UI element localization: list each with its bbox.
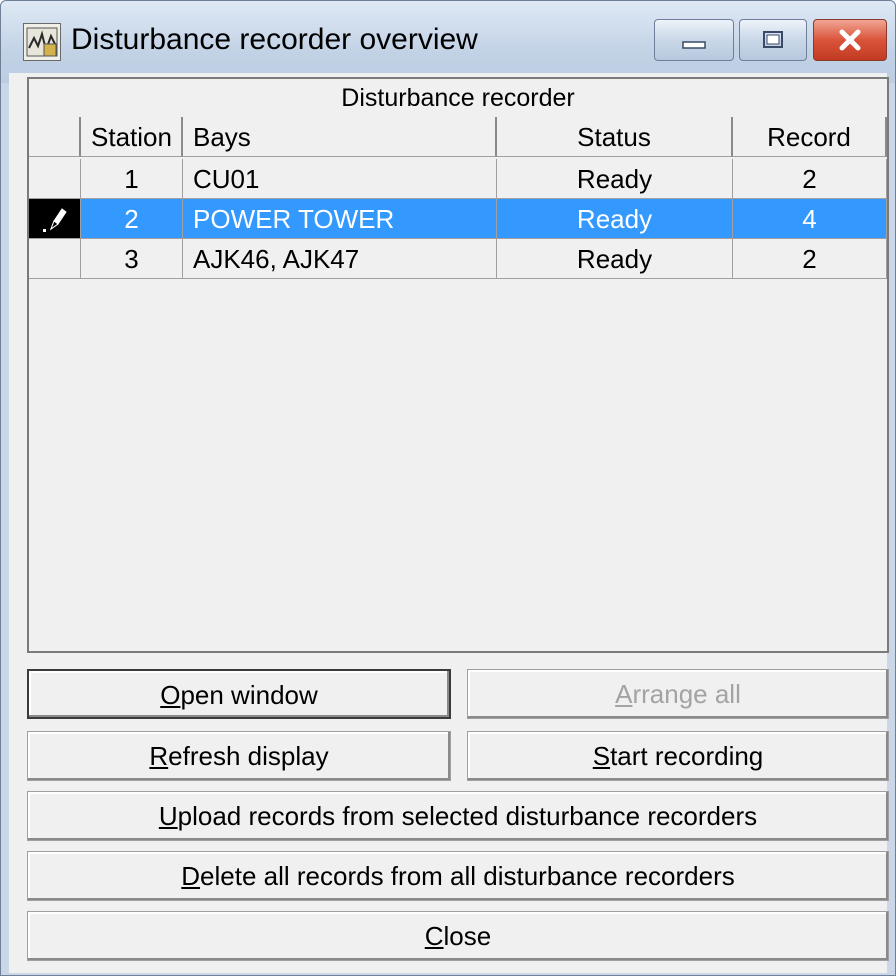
- app-icon[interactable]: [23, 23, 61, 61]
- close-button[interactable]: Close: [27, 911, 889, 961]
- mnemonic-s: S: [592, 741, 611, 771]
- title-bar[interactable]: Disturbance recorder overview: [1, 1, 895, 83]
- arrange-all-label: rrange all: [632, 679, 741, 709]
- refresh-display-button[interactable]: Refresh display: [27, 731, 451, 781]
- cell-record: 2: [733, 159, 887, 199]
- table-row[interactable]: 1 CU01 Ready 2: [29, 159, 887, 199]
- arrange-all-button[interactable]: Arrange all: [467, 669, 889, 719]
- grid-caption: Disturbance recorder: [29, 79, 887, 118]
- minimize-button[interactable]: [654, 19, 734, 61]
- table-row-selected[interactable]: 2 POWER TOWER Ready 4: [29, 199, 887, 239]
- mnemonic-c: C: [424, 921, 444, 951]
- row-selector-header: [29, 117, 81, 157]
- cell-station: 2: [81, 199, 183, 239]
- cell-record: 2: [733, 239, 887, 279]
- row-selector[interactable]: [29, 199, 81, 239]
- close-window-button[interactable]: [813, 19, 887, 61]
- maximize-button[interactable]: [739, 19, 807, 61]
- cell-bays: POWER TOWER: [183, 199, 497, 239]
- cell-record: 4: [733, 199, 887, 239]
- pencil-icon: [43, 208, 67, 232]
- upload-records-button[interactable]: Upload records from selected disturbance…: [27, 791, 889, 841]
- window-title: Disturbance recorder overview: [71, 23, 478, 56]
- close-icon: [839, 29, 861, 51]
- disturbance-recorder-grid[interactable]: Disturbance recorder Station Bays Status…: [27, 77, 889, 653]
- start-recording-button[interactable]: Start recording: [467, 731, 889, 781]
- cell-bays: CU01: [183, 159, 497, 199]
- column-header-record[interactable]: Record: [733, 117, 887, 157]
- maximize-icon: [763, 31, 783, 48]
- column-header-bays[interactable]: Bays: [183, 117, 497, 157]
- cell-bays: AJK46, AJK47: [183, 239, 497, 279]
- start-recording-label: tart recording: [610, 741, 764, 771]
- open-window-button[interactable]: Open window: [27, 669, 451, 719]
- row-selector[interactable]: [29, 239, 81, 279]
- open-window-label: pen window: [180, 680, 318, 710]
- mnemonic-o: O: [160, 680, 181, 710]
- dialog-window: Disturbance recorder overview Disturbanc…: [0, 0, 896, 976]
- cell-status: Ready: [497, 199, 733, 239]
- close-label: lose: [443, 921, 492, 951]
- mnemonic-d: D: [181, 861, 201, 891]
- mnemonic-a: A: [615, 679, 633, 709]
- cell-status: Ready: [497, 239, 733, 279]
- table-row[interactable]: 3 AJK46, AJK47 Ready 2: [29, 239, 887, 279]
- upload-records-label: pload records from selected disturbance …: [177, 801, 758, 831]
- refresh-display-label: efresh display: [168, 741, 329, 771]
- delete-all-records-button[interactable]: Delete all records from all disturbance …: [27, 851, 889, 901]
- column-header-station[interactable]: Station: [81, 117, 183, 157]
- cell-station: 3: [81, 239, 183, 279]
- dialog-client-area: Disturbance recorder Station Bays Status…: [9, 73, 889, 973]
- column-header-status[interactable]: Status: [497, 117, 733, 157]
- mnemonic-r: R: [149, 741, 169, 771]
- delete-all-label: elete all records from all disturbance r…: [200, 861, 735, 891]
- row-selector[interactable]: [29, 159, 81, 199]
- mnemonic-u: U: [158, 801, 178, 831]
- cell-station: 1: [81, 159, 183, 199]
- grid-header-row: Station Bays Status Record: [29, 117, 887, 157]
- minimize-icon: [682, 41, 706, 49]
- cell-status: Ready: [497, 159, 733, 199]
